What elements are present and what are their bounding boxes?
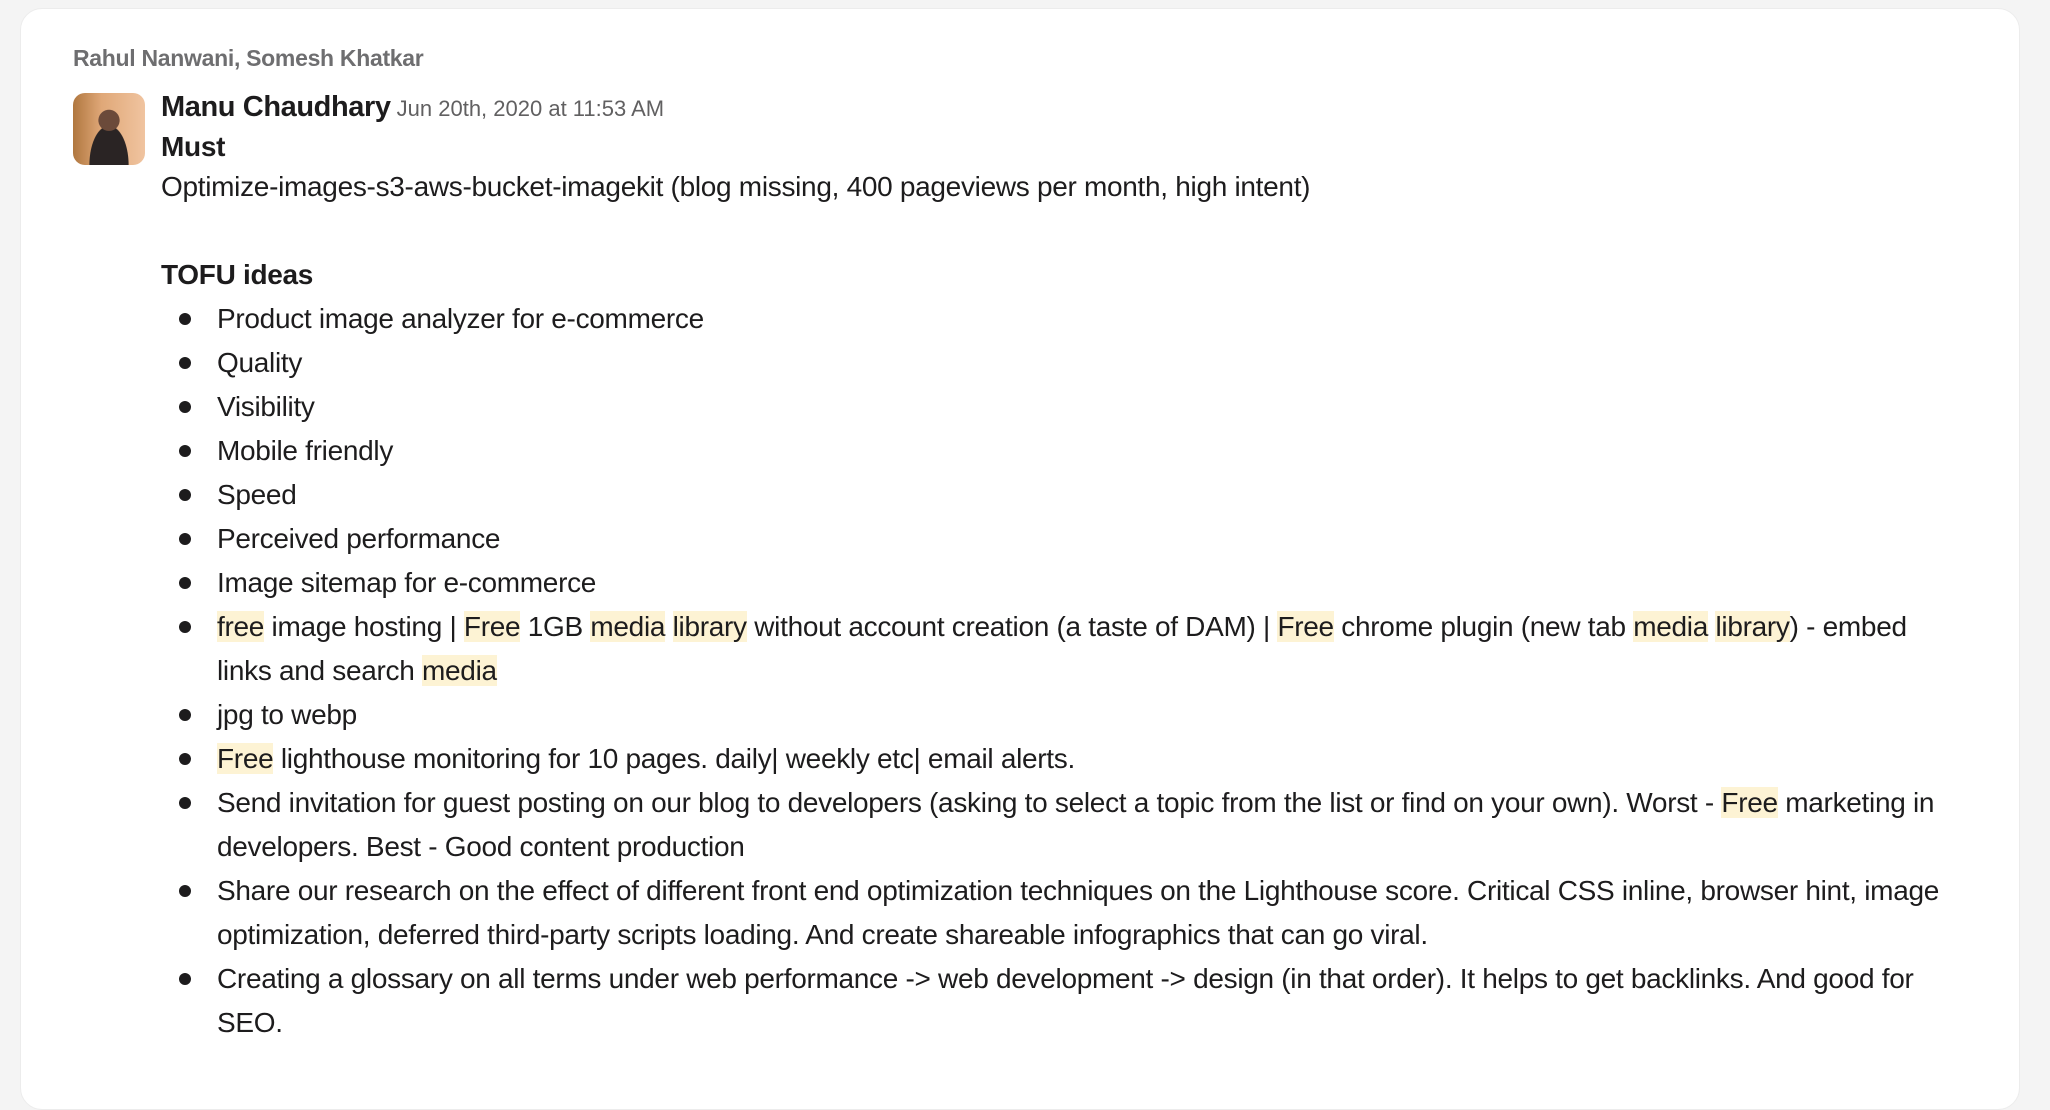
list-item: Visibility [179,385,1961,429]
section-title: TOFU ideas [161,259,314,290]
list-item-text: Image sitemap for e-commerce [217,567,597,598]
author-avatar[interactable] [73,93,145,165]
list-item: free image hosting | Free 1GB media libr… [179,605,1961,693]
search-highlight: media [422,655,497,686]
author-name[interactable]: Manu Chaudhary [161,91,391,123]
message: Manu Chaudhary Jun 20th, 2020 at 11:53 AM… [161,91,1961,1045]
search-highlight: Free [1277,611,1334,642]
list-item: Mobile friendly [179,429,1961,473]
search-highlight: library [1715,611,1790,642]
list-item-text: Visibility [217,391,315,422]
list-item-text: Quality [217,347,303,378]
list-item: Perceived performance [179,517,1961,561]
list-item: Free lighthouse monitoring for 10 pages.… [179,737,1961,781]
list-item: Quality [179,341,1961,385]
list-item-text: jpg to webp [217,699,357,730]
message-timestamp[interactable]: Jun 20th, 2020 at 11:53 AM [397,96,664,121]
list-item-text: Mobile friendly [217,435,394,466]
list-item-text: Creating a glossary on all terms under w… [217,963,1914,1038]
list-item: Speed [179,473,1961,517]
search-highlight: Free [463,611,521,642]
list-item: Creating a glossary on all terms under w… [179,957,1961,1045]
message-line: Optimize-images-s3-aws-bucket-imagekit (… [161,171,1311,202]
thread-participants[interactable]: Rahul Nanwani, Somesh Khatkar [73,45,424,72]
list-item-text: 1GB [520,611,591,642]
search-highlight: media [1633,611,1708,642]
list-item: jpg to webp [179,693,1961,737]
message-header: Manu Chaudhary Jun 20th, 2020 at 11:53 AM [161,91,1961,129]
list-item-text: chrome plugin (new tab [1333,611,1634,642]
list-item-text: Send invitation for guest posting on our… [217,787,1722,818]
list-item-text: without account creation (a taste of DAM… [746,611,1278,642]
list-item: Send invitation for guest posting on our… [179,781,1961,869]
list-item-text: Perceived performance [217,523,501,554]
message-card: Rahul Nanwani, Somesh Khatkar Manu Chaud… [20,8,2020,1110]
list-item: Share our research on the effect of diff… [179,869,1961,957]
ideas-list: Product image analyzer for e-commerce Qua… [161,297,1961,1045]
message-heading: Must [161,131,226,162]
list-item-text: Share our research on the effect of diff… [217,875,1940,950]
list-item-text: image hosting | [264,611,464,642]
list-item-text: Product image analyzer for e-commerce [217,303,704,334]
search-highlight: Free [1721,787,1778,818]
list-item-text: Speed [217,479,297,510]
list-item: Product image analyzer for e-commerce [179,297,1961,341]
list-item-text [665,611,672,642]
list-item: Image sitemap for e-commerce [179,561,1961,605]
search-highlight: Free [217,743,274,774]
message-body: Must Optimize-images-s3-aws-bucket-image… [161,129,1961,1045]
list-item-text: lighthouse monitoring for 10 pages. dail… [273,743,1075,774]
search-highlight: media [590,611,666,642]
search-highlight: free [217,611,265,642]
search-highlight: library [672,611,747,642]
